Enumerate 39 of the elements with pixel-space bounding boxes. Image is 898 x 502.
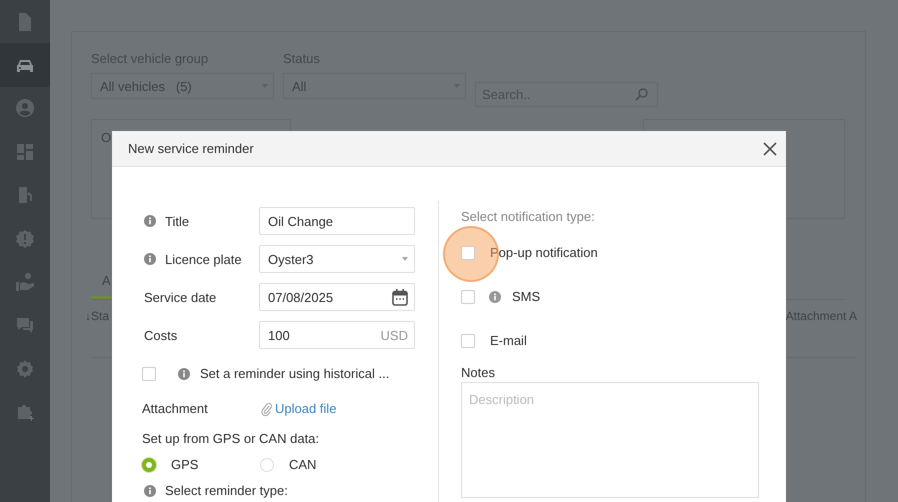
licence-plate-select[interactable]: Oyster3 <box>259 245 415 273</box>
field-label: Service date <box>144 290 216 304</box>
warning-gear-icon <box>15 228 35 249</box>
checkbox[interactable] <box>461 334 475 348</box>
field-label: Costs <box>144 328 178 342</box>
hand-coins-icon <box>15 272 35 292</box>
checkbox[interactable] <box>142 366 156 380</box>
radio-label: CAN <box>289 457 316 472</box>
settings-icon <box>15 358 35 379</box>
section-label: Select reminder type: <box>165 483 288 498</box>
checkbox-label: SMS <box>512 289 540 304</box>
upload-link[interactable]: Upload file <box>261 401 336 416</box>
dialog-title: New service reminder <box>128 141 254 156</box>
field-label: Title <box>165 214 190 228</box>
field-label: Licence plate <box>165 252 242 266</box>
field-label: Notes <box>461 365 496 380</box>
dashboard-icon <box>15 142 35 162</box>
notes-field[interactable]: Description <box>461 382 759 498</box>
checkbox-label: E-mail <box>490 333 527 348</box>
field-label: Attachment <box>142 401 209 416</box>
costs-field[interactable]: 100 USD <box>259 321 415 349</box>
section-label: Select notification type: <box>461 209 596 224</box>
close-icon <box>763 142 777 156</box>
puzzle-icon <box>15 402 35 422</box>
search-icon <box>635 88 648 101</box>
title-field[interactable]: Oil Change <box>259 207 415 235</box>
checkbox-label: Set a reminder using historical ... <box>200 366 390 381</box>
section-label: Set up from GPS or CAN data: <box>142 431 320 446</box>
checkbox[interactable] <box>461 290 475 304</box>
radio-label: GPS <box>171 457 198 472</box>
sidebar-item[interactable] <box>0 43 50 87</box>
calendar-icon <box>392 288 408 306</box>
close-button[interactable] <box>763 142 777 156</box>
checkbox[interactable] <box>461 246 475 260</box>
user-icon <box>15 98 35 118</box>
chat-icon <box>15 315 35 336</box>
paperclip-icon <box>261 402 272 416</box>
date-field[interactable]: 07/08/2025 <box>259 283 415 311</box>
radio-button[interactable] <box>142 458 156 472</box>
